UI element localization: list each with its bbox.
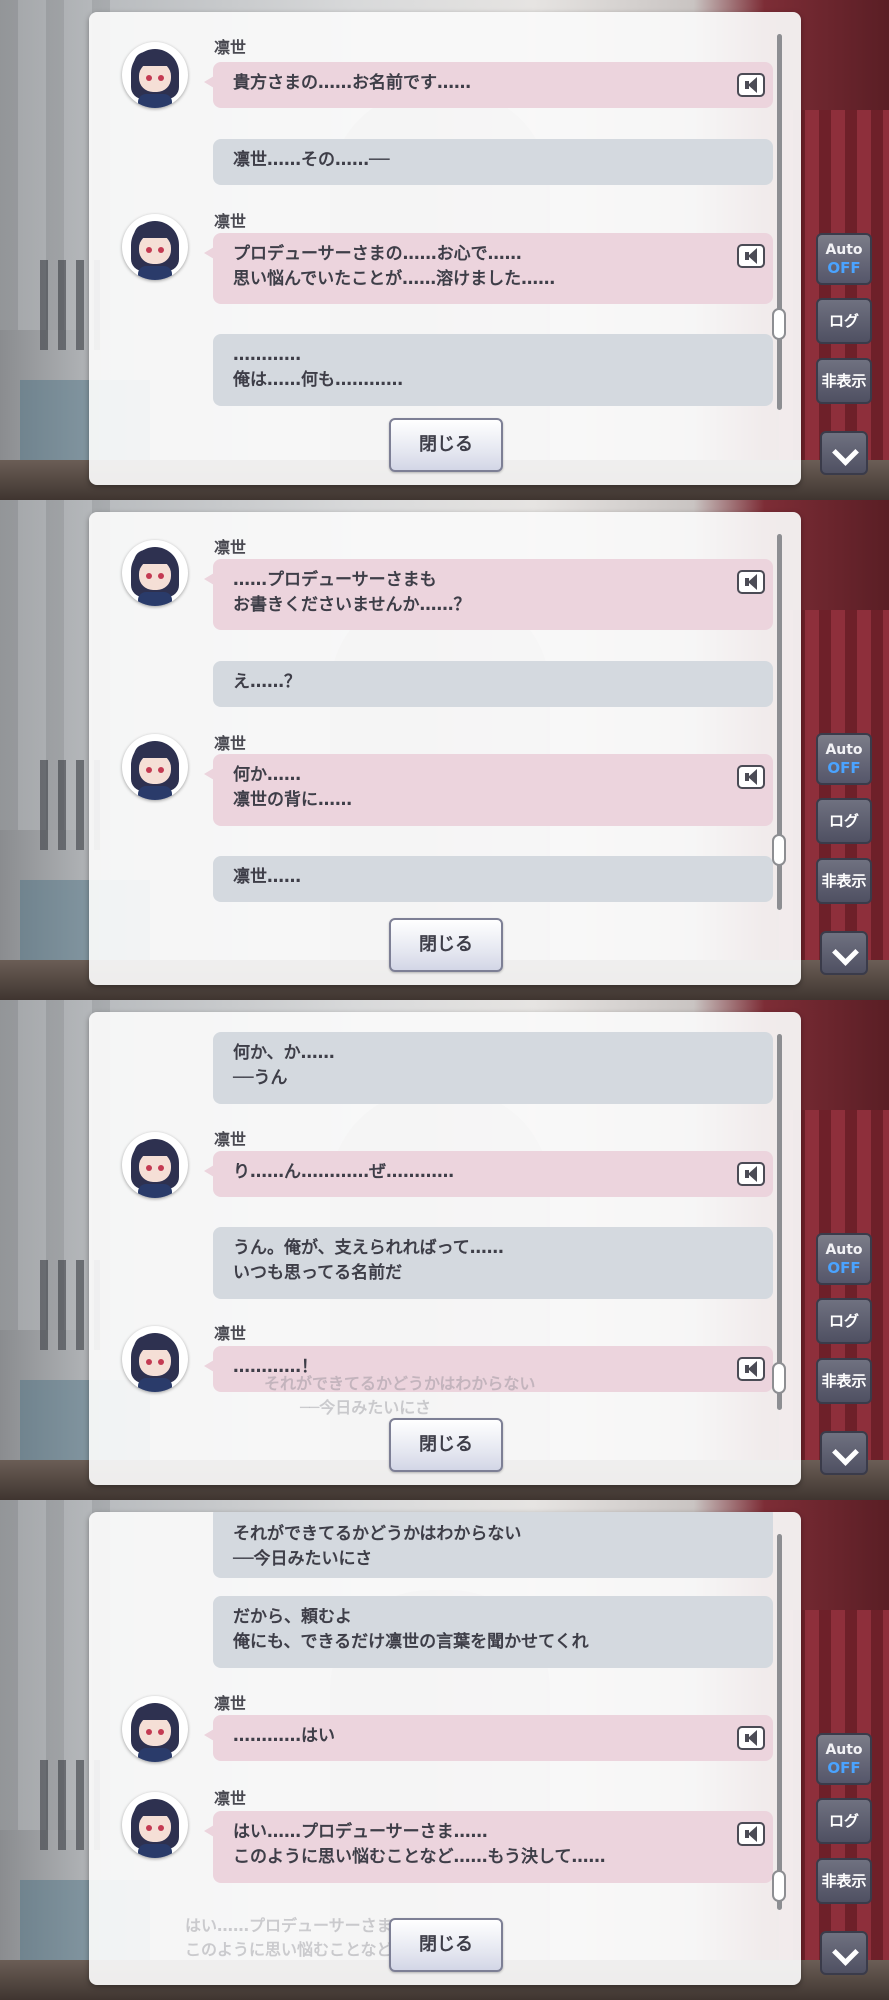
auto-toggle-button[interactable]: Auto OFF bbox=[816, 233, 872, 285]
log-button[interactable]: ログ bbox=[816, 1798, 872, 1844]
speaker-icon[interactable] bbox=[737, 1726, 765, 1750]
avatar-icon bbox=[122, 214, 188, 280]
idol-message: プロデューサーさまの……お心で…… 思い悩んでいたことが……溶けました…… bbox=[204, 233, 773, 304]
speaker-name: 凛世 bbox=[214, 38, 247, 57]
auto-toggle-button[interactable]: Auto OFF bbox=[816, 1733, 872, 1785]
log-scroll-area[interactable]: 凛世 貴方さまの……お名前です…… 凛世……その……── 凛世 プロデューサーさ… bbox=[101, 12, 773, 412]
idol-message: 貴方さまの……お名前です…… bbox=[204, 62, 773, 108]
avatar-icon bbox=[122, 734, 188, 800]
avatar-icon bbox=[122, 42, 188, 108]
scrollbar-track[interactable] bbox=[777, 1534, 782, 1910]
speaker-icon[interactable] bbox=[737, 73, 765, 97]
close-button[interactable]: 閉じる bbox=[389, 918, 503, 972]
producer-message: 何か、か…… ──うん bbox=[213, 1032, 773, 1104]
speaker-name: 凛世 bbox=[214, 1694, 247, 1713]
dialogue-log-panel-2: 凛世 ……プロデューサーさまも お書きくださいませんか……？ え……？ 凛世 何… bbox=[0, 500, 889, 1000]
log-button[interactable]: ログ bbox=[816, 1298, 872, 1344]
producer-message: え……？ bbox=[213, 661, 773, 707]
speaker-icon[interactable] bbox=[737, 1357, 765, 1381]
producer-message: だから、頼むよ 俺にも、できるだけ凛世の言葉を聞かせてくれ bbox=[213, 1596, 773, 1668]
log-window: 凛世 ……プロデューサーさまも お書きくださいませんか……？ え……？ 凛世 何… bbox=[89, 512, 801, 985]
speaker-name: 凛世 bbox=[214, 1324, 247, 1343]
speaker-icon[interactable] bbox=[737, 1822, 765, 1846]
close-button[interactable]: 閉じる bbox=[389, 418, 503, 472]
idol-message: …………はい bbox=[204, 1715, 773, 1761]
avatar-icon bbox=[122, 1326, 188, 1392]
scrollbar-track[interactable] bbox=[777, 34, 782, 410]
scrollbar-thumb[interactable] bbox=[772, 834, 786, 866]
speaker-name: 凛世 bbox=[214, 734, 247, 753]
producer-message: 凛世……その……── bbox=[213, 139, 773, 185]
hide-button[interactable]: 非表示 bbox=[816, 858, 872, 904]
log-scroll-area[interactable]: 凛世 ……プロデューサーさまも お書きくださいませんか……？ え……？ 凛世 何… bbox=[101, 512, 773, 912]
speaker-icon[interactable] bbox=[737, 765, 765, 789]
idol-message: り……ん…………ぜ………… bbox=[204, 1151, 773, 1197]
scrollbar-track[interactable] bbox=[777, 1034, 782, 1410]
speaker-name: 凛世 bbox=[214, 538, 247, 557]
close-button[interactable]: 閉じる bbox=[389, 1918, 503, 1972]
auto-toggle-button[interactable]: Auto OFF bbox=[816, 1233, 872, 1285]
speaker-icon[interactable] bbox=[737, 570, 765, 594]
log-scroll-area[interactable]: それができてるかどうかはわからない ──今日みたいにさ だから、頼むよ 俺にも、… bbox=[101, 1512, 773, 1912]
producer-message: 凛世…… bbox=[213, 856, 773, 902]
dialogue-log-panel-1: 凛世 貴方さまの……お名前です…… 凛世……その……── 凛世 プロデューサーさ… bbox=[0, 0, 889, 500]
hide-button[interactable]: 非表示 bbox=[816, 358, 872, 404]
dialogue-log-panel-4: それができてるかどうかはわからない ──今日みたいにさ だから、頼むよ 俺にも、… bbox=[0, 1500, 889, 2000]
log-window: それができてるかどうかはわからない ──今日みたいにさ だから、頼むよ 俺にも、… bbox=[89, 1512, 801, 1985]
speaker-name: 凛世 bbox=[214, 1130, 247, 1149]
producer-message: ………… 俺は……何も………… bbox=[213, 334, 773, 406]
idol-message: 何か…… 凛世の背に…… bbox=[204, 754, 773, 826]
avatar-icon bbox=[122, 1132, 188, 1198]
scrollbar-thumb[interactable] bbox=[772, 1870, 786, 1902]
log-scroll-area[interactable]: 何か、か…… ──うん 凛世 り……ん…………ぜ………… うん。俺が、支えられれ… bbox=[101, 1012, 773, 1412]
hide-button[interactable]: 非表示 bbox=[816, 1358, 872, 1404]
auto-toggle-button[interactable]: Auto OFF bbox=[816, 733, 872, 785]
scrollbar-thumb[interactable] bbox=[772, 1362, 786, 1394]
speaker-name: 凛世 bbox=[214, 212, 247, 231]
chevron-down-icon[interactable] bbox=[820, 431, 868, 475]
log-button[interactable]: ログ bbox=[816, 798, 872, 844]
background-dialogue-text: それができてるかどうかはわからない ──今日みたいにさ bbox=[264, 1374, 536, 1417]
speaker-icon[interactable] bbox=[737, 244, 765, 268]
avatar-icon bbox=[122, 1696, 188, 1762]
chevron-down-icon[interactable] bbox=[820, 1931, 868, 1975]
chevron-down-icon[interactable] bbox=[820, 931, 868, 975]
producer-message: それができてるかどうかはわからない ──今日みたいにさ bbox=[213, 1512, 773, 1578]
scrollbar-thumb[interactable] bbox=[772, 308, 786, 340]
log-window: 凛世 貴方さまの……お名前です…… 凛世……その……── 凛世 プロデューサーさ… bbox=[89, 12, 801, 485]
avatar-icon bbox=[122, 1792, 188, 1858]
idol-message: はい……プロデューサーさま…… このように思い悩むことなど……もう決して…… bbox=[204, 1811, 773, 1883]
avatar-icon bbox=[122, 540, 188, 606]
close-button[interactable]: 閉じる bbox=[389, 1418, 503, 1472]
speaker-name: 凛世 bbox=[214, 1789, 247, 1808]
log-button[interactable]: ログ bbox=[816, 298, 872, 344]
hide-button[interactable]: 非表示 bbox=[816, 1858, 872, 1904]
dialogue-log-panel-3: 何か、か…… ──うん 凛世 り……ん…………ぜ………… うん。俺が、支えられれ… bbox=[0, 1000, 889, 1500]
producer-message: うん。俺が、支えられればって…… いつも思ってる名前だ bbox=[213, 1227, 773, 1299]
chevron-down-icon[interactable] bbox=[820, 1431, 868, 1475]
idol-message: ……プロデューサーさまも お書きくださいませんか……？ bbox=[204, 559, 773, 630]
speaker-icon[interactable] bbox=[737, 1162, 765, 1186]
log-window: 何か、か…… ──うん 凛世 り……ん…………ぜ………… うん。俺が、支えられれ… bbox=[89, 1012, 801, 1485]
